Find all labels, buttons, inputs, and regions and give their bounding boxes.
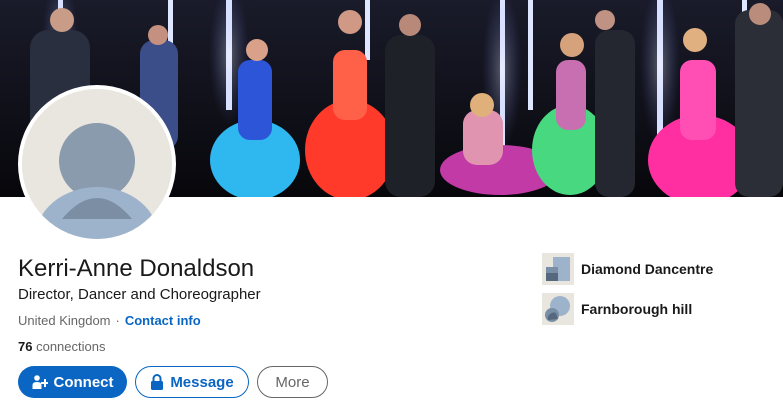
add-person-icon bbox=[32, 374, 48, 390]
school-name: Farnborough hill bbox=[581, 301, 693, 317]
message-button[interactable]: Message bbox=[135, 366, 249, 398]
location-line: United Kingdom · Contact info bbox=[18, 313, 201, 328]
company-logo-icon bbox=[542, 253, 574, 285]
message-label: Message bbox=[170, 373, 234, 391]
lock-icon bbox=[150, 374, 164, 390]
avatar[interactable] bbox=[22, 89, 172, 239]
connections-number: 76 bbox=[18, 339, 33, 354]
profile-photo-frame bbox=[18, 85, 176, 243]
profile-name: Kerri-Anne Donaldson bbox=[18, 255, 255, 282]
connect-button[interactable]: Connect bbox=[18, 366, 127, 398]
more-label: More bbox=[275, 373, 310, 391]
connect-label: Connect bbox=[53, 373, 114, 391]
connections-count[interactable]: 76 connections bbox=[18, 339, 105, 354]
contact-info-link[interactable]: Contact info bbox=[125, 313, 201, 328]
location-text: United Kingdom bbox=[18, 313, 111, 328]
connections-label: connections bbox=[36, 339, 106, 354]
company-name: Diamond Dancentre bbox=[581, 261, 714, 277]
default-avatar-icon bbox=[22, 89, 172, 239]
profile-headline: Director, Dancer and Choreographer bbox=[18, 286, 261, 303]
company-entry[interactable]: Diamond Dancentre bbox=[542, 253, 713, 285]
separator-dot: · bbox=[115, 313, 120, 328]
more-button[interactable]: More bbox=[257, 366, 328, 398]
school-entry[interactable]: Farnborough hill bbox=[542, 293, 692, 325]
school-logo-icon bbox=[542, 293, 574, 325]
